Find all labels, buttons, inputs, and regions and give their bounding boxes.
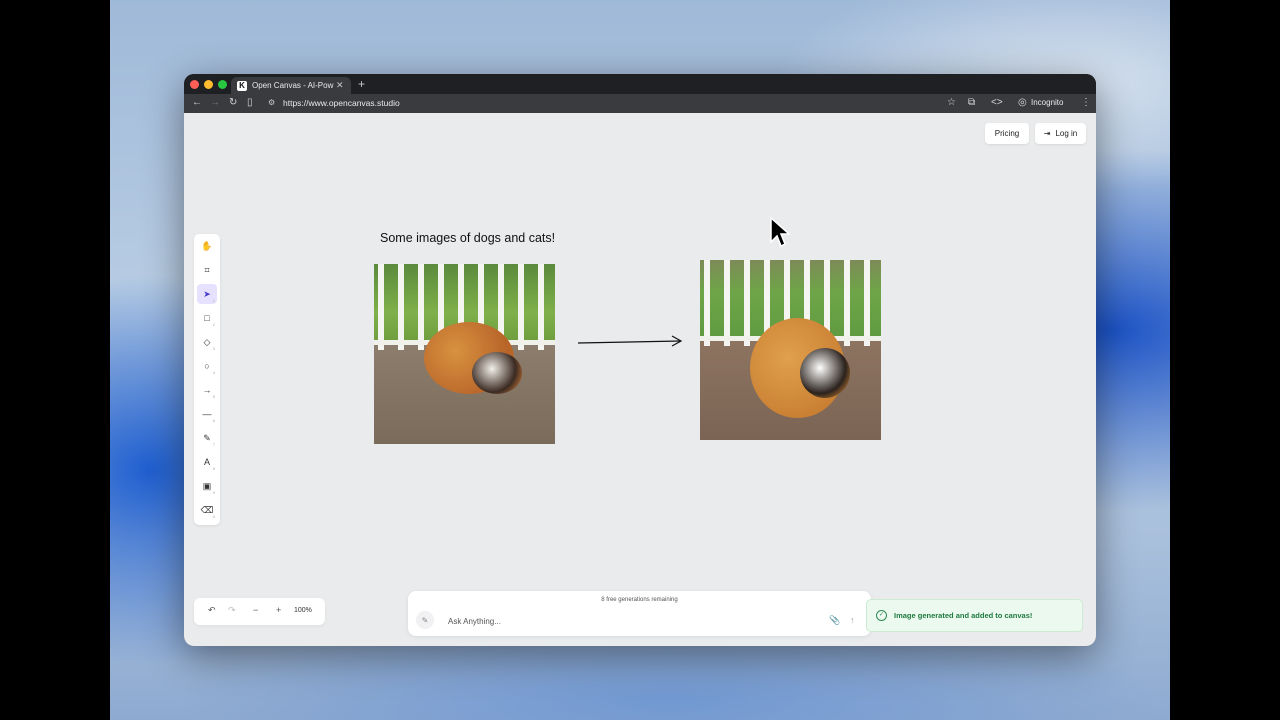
- undo-icon[interactable]: ↶: [208, 605, 216, 616]
- success-toast: ✓ Image generated and added to canvas!: [866, 599, 1083, 632]
- shortcut-key: 2: [212, 322, 215, 327]
- pencil-icon[interactable]: ✎: [416, 611, 434, 629]
- attach-icon[interactable]: 📎: [829, 615, 840, 626]
- bookmark-star-icon[interactable]: ☆: [947, 97, 956, 109]
- arrow-tool[interactable]: → 5: [197, 380, 217, 400]
- eraser-icon: ⌫: [200, 504, 214, 515]
- pricing-button[interactable]: Pricing: [985, 123, 1029, 144]
- reload-icon[interactable]: ↻: [229, 97, 237, 109]
- zoom-out-icon[interactable]: −: [253, 605, 258, 615]
- zoom-in-icon[interactable]: +: [276, 605, 281, 615]
- eraser-tool[interactable]: ⌫ 0: [197, 500, 217, 520]
- crop-icon: ⌗: [204, 264, 210, 275]
- cursor-icon: ➤: [203, 288, 211, 299]
- shortcut-key: 4: [212, 370, 215, 375]
- canvas-area[interactable]: Pricing ⇥ Log in ✋ ⌗ ➤ 1 □ 2 ◇ 3 ○ 4 → 5…: [184, 113, 1096, 646]
- site-info-icon[interactable]: ⚙: [268, 98, 275, 107]
- shortcut-key: 6: [212, 418, 215, 423]
- prompt-bar: 8 free generations remaining ✎ 📎 ↑: [408, 591, 871, 636]
- browser-toolbar: ← → ↻ ▯ ⚙ https://www.opencanvas.studio …: [184, 94, 1096, 113]
- pricing-label: Pricing: [994, 129, 1020, 138]
- line-tool[interactable]: — 6: [197, 404, 217, 424]
- rectangle-tool[interactable]: □ 2: [197, 308, 217, 328]
- ellipse-tool[interactable]: ○ 4: [197, 356, 217, 376]
- generations-remaining: 8 free generations remaining: [601, 597, 678, 603]
- tool-palette: ✋ ⌗ ➤ 1 □ 2 ◇ 3 ○ 4 → 5 — 6 ✎ 7 A 8 ▣ 9 …: [194, 234, 220, 525]
- shortcut-key: 9: [212, 490, 215, 495]
- pencil-icon: ✎: [203, 432, 211, 443]
- hand-icon: ✋: [201, 240, 213, 251]
- redo-icon[interactable]: ↷: [228, 605, 236, 616]
- close-window-button[interactable]: [190, 80, 199, 89]
- generated-dog-cat-image[interactable]: [700, 260, 881, 440]
- hand-tool[interactable]: ✋: [197, 236, 217, 256]
- tab-close-icon[interactable]: ✕: [336, 80, 344, 91]
- send-icon[interactable]: ↑: [850, 615, 855, 625]
- history-zoom-controls: ↶ ↷ − + 100%: [194, 598, 325, 625]
- zoom-level[interactable]: 100%: [294, 607, 312, 614]
- shortcut-key: 8: [212, 466, 215, 471]
- code-icon[interactable]: <>: [991, 97, 1003, 109]
- arrow-icon: →: [202, 385, 212, 395]
- back-icon[interactable]: ←: [192, 97, 202, 109]
- square-icon: □: [204, 313, 210, 323]
- pencil-tool[interactable]: ✎ 7: [197, 428, 217, 448]
- new-tab-icon[interactable]: +: [358, 77, 365, 91]
- shortcut-key: 1: [212, 298, 215, 303]
- frame-tool[interactable]: ⌗: [197, 260, 217, 280]
- browser-window: K Open Canvas - AI-Pow ✕ + ← → ↻ ▯ ⚙ htt…: [184, 74, 1096, 646]
- shortcut-key: 7: [212, 442, 215, 447]
- minimize-window-button[interactable]: [204, 80, 213, 89]
- toast-message: Image generated and added to canvas!: [894, 611, 1033, 620]
- image-icon: ▣: [202, 480, 212, 491]
- incognito-icon: ◎: [1018, 97, 1027, 108]
- original-dog-cat-photo[interactable]: [374, 264, 555, 444]
- diamond-tool[interactable]: ◇ 3: [197, 332, 217, 352]
- login-label: Log in: [1055, 129, 1078, 138]
- circle-icon: ○: [204, 361, 210, 371]
- forward-icon[interactable]: →: [210, 97, 220, 109]
- shortcut-key: 0: [212, 514, 215, 519]
- maximize-window-button[interactable]: [218, 80, 227, 89]
- login-icon: ⇥: [1043, 129, 1051, 138]
- mouse-cursor-icon: [770, 216, 791, 248]
- menu-icon[interactable]: ⋮: [1081, 97, 1091, 109]
- diamond-icon: ◇: [203, 336, 211, 347]
- image-tool[interactable]: ▣ 9: [197, 476, 217, 496]
- tab-bar: K Open Canvas - AI-Pow ✕ +: [184, 74, 1096, 94]
- check-circle-icon: ✓: [876, 610, 887, 621]
- incognito-label[interactable]: Incognito: [1031, 98, 1063, 107]
- select-tool[interactable]: ➤ 1: [197, 284, 217, 304]
- extensions-icon[interactable]: ⧉: [968, 97, 975, 109]
- shortcut-key: 3: [212, 346, 215, 351]
- tab-title: Open Canvas - AI-Pow: [252, 81, 334, 90]
- shortcut-key: 5: [212, 394, 215, 399]
- text-tool[interactable]: A 8: [197, 452, 217, 472]
- address-bar[interactable]: https://www.opencanvas.studio: [283, 98, 400, 108]
- favicon-icon: K: [237, 80, 247, 91]
- sidebar-icon[interactable]: ▯: [247, 97, 253, 109]
- prompt-input[interactable]: [446, 613, 820, 629]
- browser-tab[interactable]: K Open Canvas - AI-Pow ✕: [231, 77, 351, 94]
- login-button[interactable]: ⇥ Log in: [1035, 123, 1086, 144]
- line-icon: —: [202, 409, 212, 419]
- canvas-arrow[interactable]: [577, 333, 687, 349]
- canvas-text-title[interactable]: Some images of dogs and cats!: [380, 231, 555, 245]
- text-icon: A: [203, 457, 210, 467]
